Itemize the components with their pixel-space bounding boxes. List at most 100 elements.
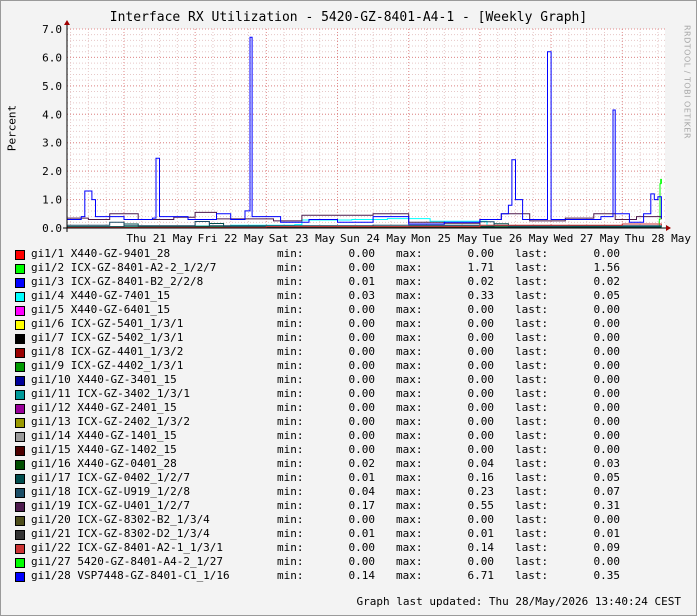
legend-last-label: last: [515, 471, 549, 484]
legend-last-value: 0.00 [593, 247, 621, 260]
legend-max-label: max: [396, 359, 423, 372]
legend-series-name: gi1/11 ICX-GZ-3402_1/3/1 [31, 387, 190, 400]
legend-min-value: 0.00 [348, 303, 376, 316]
legend-last-label: last: [515, 415, 549, 428]
legend-last-value: 0.35 [593, 569, 621, 582]
legend-min-label: min: [277, 569, 304, 582]
legend-last-label: last: [515, 247, 549, 260]
legend-last-value: 0.00 [593, 513, 621, 526]
legend-min-label: min: [277, 513, 304, 526]
y-tick-label: 3.0 [42, 137, 62, 150]
plot-area [67, 29, 665, 228]
legend-min-value: 0.00 [348, 247, 376, 260]
legend-max-label: max: [396, 261, 423, 274]
legend-last-label: last: [515, 555, 549, 568]
legend-last-label: last: [515, 401, 549, 414]
legend-max-value: 0.00 [467, 555, 495, 568]
legend-series-name: gi1/19 ICX-GZ-U401_1/2/7 [31, 499, 190, 512]
legend-last-value: 0.00 [593, 331, 621, 344]
legend-min-label: min: [277, 485, 304, 498]
legend-series-name: gi1/5 X440-GZ-6401_15 [31, 303, 171, 316]
legend-swatch [15, 544, 25, 554]
legend-swatch [15, 488, 25, 498]
legend-swatch [15, 432, 25, 442]
legend-min-value: 0.04 [348, 485, 376, 498]
legend-min-label: min: [277, 261, 304, 274]
legend-max-value: 0.00 [467, 387, 495, 400]
legend-series-name: gi1/14 X440-GZ-1401_15 [31, 429, 177, 442]
x-tick-label: Sat 23 May [269, 232, 336, 245]
x-tick-label: Thu 28 May [625, 232, 692, 245]
legend-last-label: last: [515, 345, 549, 358]
legend-swatch [15, 446, 25, 456]
legend-max-value: 0.33 [467, 289, 495, 302]
legend-max-label: max: [396, 387, 423, 400]
legend-min-label: min: [277, 331, 304, 344]
chart-canvas: 0.0 1.0 2.0 3.0 4.0 5.0 6.0 7.0 Thu 21 May Fri 22… [42, 20, 692, 245]
legend-swatch [15, 306, 25, 316]
legend-swatch [15, 572, 25, 582]
legend-min-value: 0.01 [348, 275, 376, 288]
legend-max-label: max: [396, 443, 423, 456]
legend-min-value: 0.00 [348, 415, 376, 428]
legend-max-label: max: [396, 485, 423, 498]
y-axis-arrow [64, 20, 70, 25]
legend-max-value: 0.00 [467, 359, 495, 372]
legend-last-value: 0.31 [593, 499, 621, 512]
legend-max-value: 0.00 [467, 317, 495, 330]
legend-swatch [15, 348, 25, 358]
legend-last-label: last: [515, 443, 549, 456]
legend-min-value: 0.02 [348, 457, 376, 470]
x-tick-label: Sun 24 May [340, 232, 407, 245]
legend-max-value: 0.00 [467, 331, 495, 344]
legend-max-label: max: [396, 275, 423, 288]
legend-last-value: 0.05 [593, 471, 621, 484]
x-tick-label: Wed 27 May [554, 232, 621, 245]
legend-series-name: gi1/8 ICX-GZ-4401_1/3/2 [31, 345, 184, 358]
legend-min-label: min: [277, 457, 304, 470]
legend-max-value: 0.01 [467, 527, 495, 540]
legend-last-label: last: [515, 331, 549, 344]
legend-min-label: min: [277, 303, 304, 316]
legend-last-value: 0.00 [593, 555, 621, 568]
y-tick-label: 7.0 [42, 23, 62, 36]
legend-last-value: 0.00 [593, 387, 621, 400]
legend-last-value: 0.09 [593, 541, 621, 554]
legend-series-name: gi1/3 ICX-GZ-8401-B2_2/2/8 [31, 275, 204, 288]
y-tick-label: 2.0 [42, 165, 62, 178]
legend-last-value: 0.00 [593, 303, 621, 316]
legend-min-value: 0.00 [348, 443, 376, 456]
legend-max-label: max: [396, 471, 423, 484]
x-tick-label: Fri 22 May [198, 232, 265, 245]
legend-max-value: 6.71 [467, 569, 495, 582]
legend-max-label: max: [396, 415, 423, 428]
legend-min-label: min: [277, 247, 304, 260]
legend-min-label: min: [277, 359, 304, 372]
x-tick-label: Tue 26 May [482, 232, 549, 245]
legend-last-label: last: [515, 457, 549, 470]
legend-max-value: 0.00 [467, 303, 495, 316]
legend-min-value: 0.01 [348, 471, 376, 484]
legend-series-name: gi1/28 VSP7448-GZ-8401-C1_1/16 [31, 569, 230, 582]
y-tick-label: 1.0 [42, 194, 62, 207]
legend-last-value: 0.00 [593, 429, 621, 442]
legend-last-value: 0.01 [593, 527, 621, 540]
legend-max-label: max: [396, 429, 423, 442]
legend-swatch [15, 250, 25, 260]
legend-swatch [15, 320, 25, 330]
legend-swatch [15, 460, 25, 470]
legend-series-name: gi1/17 ICX-GZ-0402_1/2/7 [31, 471, 190, 484]
legend-series-name: gi1/1 X440-GZ-9401_28 [31, 247, 171, 260]
legend-last-value: 0.00 [593, 415, 621, 428]
legend-min-value: 0.00 [348, 429, 376, 442]
legend-series-name: gi1/9 ICX-GZ-4402_1/3/1 [31, 359, 184, 372]
legend-max-value: 1.71 [467, 261, 495, 274]
legend-last-label: last: [515, 429, 549, 442]
legend-swatch [15, 334, 25, 344]
legend-max-label: max: [396, 345, 423, 358]
legend-last-value: 0.00 [593, 443, 621, 456]
legend-min-label: min: [277, 471, 304, 484]
legend-last-value: 0.00 [593, 401, 621, 414]
y-tick-label: 4.0 [42, 108, 62, 121]
legend-last-value: 0.00 [593, 345, 621, 358]
